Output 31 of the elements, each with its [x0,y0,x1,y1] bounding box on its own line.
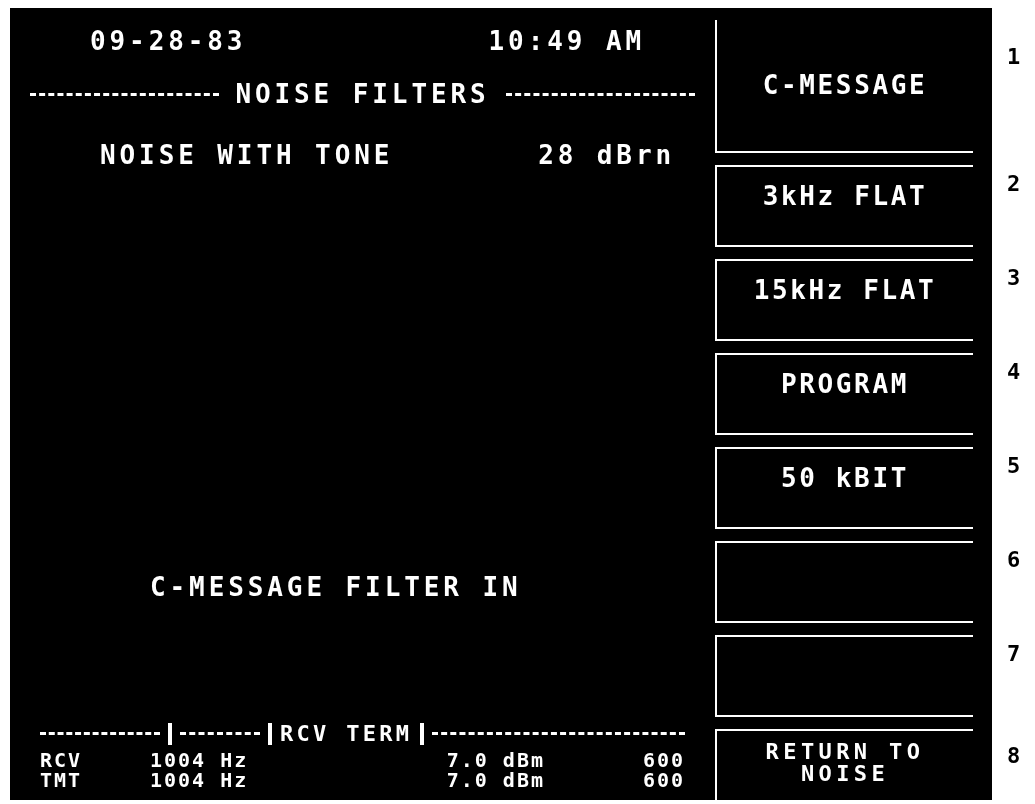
measurement-label: NOISE WITH TONE [100,139,394,172]
key-number: 3 [1006,265,1021,290]
softkey[interactable]: PROGRAM [715,353,973,435]
measurement-value: 28 dBrn [538,139,675,172]
time-text: 10:49 AM [488,25,645,58]
key-number: 4 [1006,359,1021,384]
power-value: 7.0 dBm [445,770,546,790]
channel-name: RCV [40,750,84,770]
status-message: C-MESSAGE FILTER IN [149,571,523,604]
softkey[interactable]: C-MESSAGE [715,20,973,153]
power-value: 7.0 dBm [445,750,546,770]
impedance-value: 600 [641,750,685,770]
softkey[interactable]: 50 kBIT [715,447,973,529]
screen-title: NOISE FILTERS [235,78,490,111]
frequency-value: 1004 Hz [150,770,250,790]
softkey[interactable]: 3kHz FLAT [715,165,973,247]
date-text: 09-28-83 [90,25,247,58]
key-number: 7 [1006,641,1021,666]
softkey[interactable]: 15kHz FLAT [715,259,973,341]
softkey[interactable] [715,541,973,623]
frequency-value: 1004 Hz [150,750,250,770]
key-number: 8 [1006,743,1021,768]
key-number: 6 [1006,547,1021,572]
channel-name: TMT [40,770,84,790]
key-number: 1 [1006,44,1021,69]
status-bar-label: RCV TERM [280,720,413,748]
key-number: 5 [1006,453,1021,478]
key-number: 2 [1006,171,1021,196]
impedance-value: 600 [641,770,685,790]
softkey[interactable]: RETURN TO NOISE [715,729,973,800]
softkey[interactable] [715,635,973,717]
